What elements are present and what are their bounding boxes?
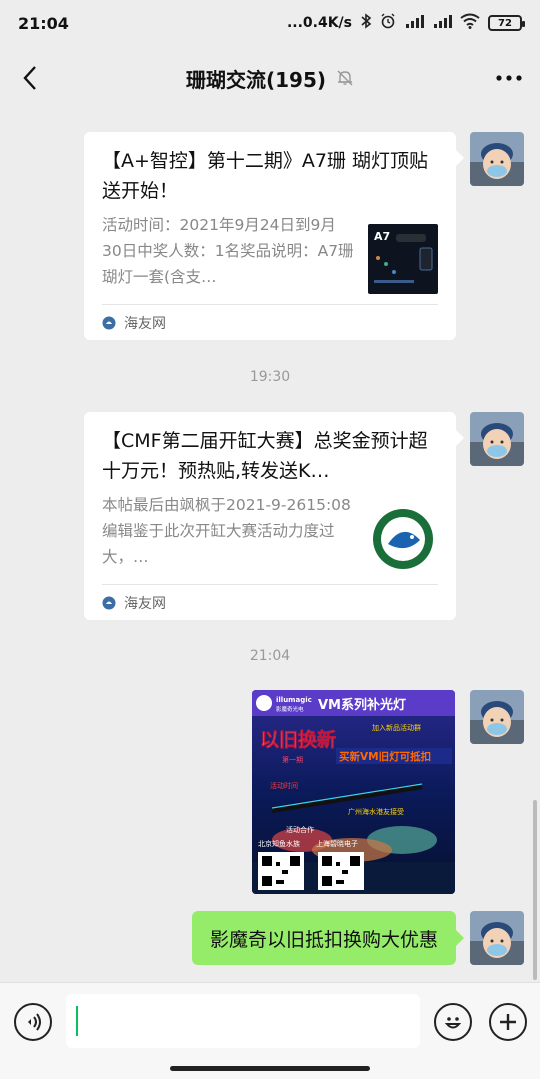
svg-text:加入新品活动群: 加入新品活动群: [372, 723, 421, 732]
emoji-icon: [444, 1017, 462, 1029]
text-caret: [76, 1006, 78, 1036]
timestamp: 19:30: [249, 369, 291, 385]
card-source: 海友网: [102, 304, 438, 340]
voice-input-button[interactable]: [14, 1003, 52, 1041]
card-description: 本帖最后由飒枫于2021-9-2615:08编辑鉴于此次开缸大赛活动力度过大，…: [102, 496, 351, 566]
chat-header: 珊瑚交流(195): [0, 46, 540, 110]
more-dots-icon: [496, 75, 522, 81]
text-message-bubble[interactable]: 影魔奇以旧抵扣换购大优惠: [191, 911, 465, 965]
timestamp: 21:04: [249, 648, 291, 664]
svg-text:活动时间: 活动时间: [270, 781, 298, 790]
emoji-button[interactable]: [434, 1003, 472, 1041]
bluetooth-icon: [360, 13, 372, 33]
avatar[interactable]: [470, 690, 524, 744]
input-bar: [0, 982, 540, 1079]
message-input[interactable]: [66, 994, 420, 1048]
card-title: 【A+智控】第十二期》A7珊 瑚灯顶贴送开始！: [102, 150, 429, 202]
avatar[interactable]: [470, 412, 524, 466]
wifi-icon: [460, 13, 480, 33]
back-button[interactable]: [14, 62, 46, 94]
alarm-icon: [380, 13, 396, 33]
svg-text:VM系列补光灯: VM系列补光灯: [318, 697, 406, 713]
mute-bell-icon: [337, 70, 353, 86]
image-message[interactable]: illumagic 影魔奇光电 VM系列补光灯 加入新品活动群 以旧换新 第一期…: [252, 690, 455, 894]
voice-icon: [28, 1013, 41, 1031]
plus-icon: [500, 1014, 516, 1030]
card-description: 活动时间：2021年9月24日到9月30日中奖人数：1名奖品说明：A7珊瑚灯一套…: [102, 216, 354, 286]
status-bar: 21:04 ...0.4K/s 72: [0, 0, 540, 46]
source-name: 海友网: [124, 315, 166, 332]
svg-text:北京知鱼水族: 北京知鱼水族: [258, 839, 300, 848]
scrollbar[interactable]: [533, 800, 537, 980]
site-logo-icon: [102, 596, 116, 609]
thumbnail-label: A7: [374, 230, 390, 243]
avatar[interactable]: [470, 911, 524, 965]
status-time: 21:04: [18, 13, 69, 33]
svg-text:活动合作: 活动合作: [286, 825, 314, 834]
more-options-button[interactable]: [492, 62, 526, 94]
svg-text:上海碧晓电子: 上海碧晓电子: [316, 839, 358, 848]
avatar[interactable]: [470, 132, 524, 186]
link-card[interactable]: 【A+智控】第十二期》A7珊 瑚灯顶贴送开始！ 活动时间：2021年9月24日到…: [84, 132, 464, 340]
link-card[interactable]: 【CMF第二届开缸大赛】总奖金预计超十万元！预热贴,转发送K… 本帖最后由飒枫于…: [84, 412, 464, 620]
svg-text:illumagic: illumagic: [276, 696, 312, 704]
card-thumbnail: A7: [368, 224, 438, 294]
svg-text:买新VM旧灯可抵扣: 买新VM旧灯可抵扣: [339, 750, 431, 763]
signal-icon: [404, 13, 424, 33]
battery-icon: 72: [488, 15, 525, 31]
network-speed: ...0.4K/s: [286, 15, 352, 31]
chat-title: 珊瑚交流(195): [185, 67, 327, 92]
svg-text:第一期: 第一期: [282, 755, 303, 764]
chevron-left-icon: [23, 66, 36, 90]
card-thumbnail: [368, 504, 438, 574]
source-name: 海友网: [124, 595, 166, 612]
svg-text:影魔奇光电: 影魔奇光电: [276, 705, 304, 713]
svg-text:广州海水港友接受: 广州海水港友接受: [348, 807, 404, 816]
card-source: 海友网: [102, 584, 438, 620]
card-title: 【CMF第二届开缸大赛】总奖金预计超十万元！预热贴,转发送K…: [102, 430, 428, 482]
home-indicator[interactable]: [170, 1066, 370, 1071]
site-logo-icon: [102, 316, 116, 329]
more-functions-button[interactable]: [489, 1003, 527, 1041]
signal-icon-2: [432, 13, 452, 33]
svg-text:以旧换新: 以旧换新: [260, 728, 336, 751]
